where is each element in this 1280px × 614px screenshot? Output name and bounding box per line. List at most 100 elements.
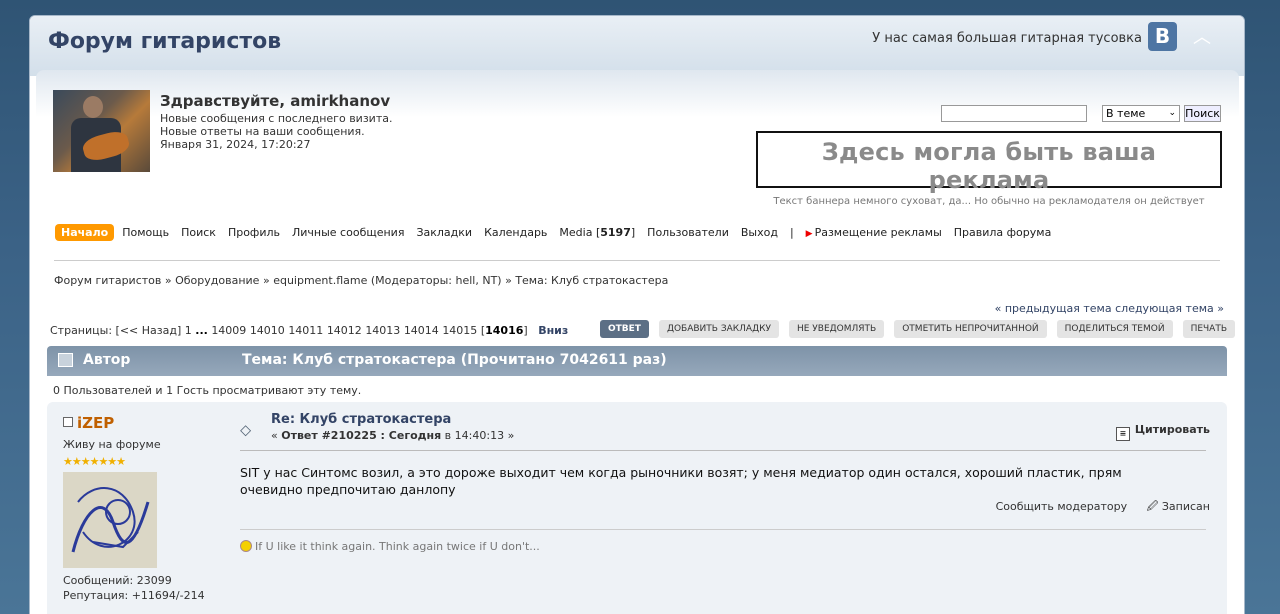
poster-reputation: Репутация: +11694/-214 [63,589,205,602]
meta-prefix: « [271,429,282,442]
page-ellipsis: ... [195,324,208,337]
page-link[interactable]: 14009 [211,324,246,337]
poster-info: iZEP Живу на форуме ★★★★★★★ Сообщений: 2… [63,414,233,602]
page-link[interactable]: 14015 [442,324,477,337]
new-replies-link[interactable]: Новые ответы на ваши сообщения. [160,125,365,138]
menu-item-help[interactable]: Помощь [122,226,169,239]
menu-item-messages[interactable]: Личные сообщения [292,226,404,239]
pagination: Страницы: [<< Назад] 1 ... 14009 14010 1… [50,324,568,337]
divider [240,450,1206,451]
divider [240,529,1206,530]
poster-name[interactable]: iZEP [77,414,114,432]
quote-button[interactable]: ≡ Цитировать [1115,423,1210,441]
current-datetime: Января 31, 2024, 17:20:27 [160,138,311,151]
menu-item-users[interactable]: Пользователи [647,226,729,239]
post-footer: Сообщить модератору 🖉 Записан [996,498,1210,517]
chevron-down-icon: ⌄ [1168,108,1176,118]
post-day: Сегодня [388,429,442,442]
red-arrow-icon: ▶ [805,228,813,239]
page-link[interactable]: 14013 [365,324,400,337]
prev-topic-link[interactable]: « предыдущая тема [995,302,1112,315]
current-page: [14016] [480,324,528,337]
search-button[interactable]: Поиск [1184,105,1221,122]
report-moderator-link[interactable]: Сообщить модератору [996,500,1128,513]
topic-icon [58,353,73,367]
topic-actions: ОТВЕТ ДОБАВИТЬ ЗАКЛАДКУ НЕ УВЕДОМЛЯТЬ ОТ… [600,320,1244,338]
media-count: 5197 [600,225,631,239]
breadcrumb-forum[interactable]: Форум гитаристов [54,274,161,287]
topic-navigation: « предыдущая тема следующая тема » [995,302,1224,315]
banner-headline: Здесь могла быть ваша реклама [821,138,1157,194]
menu-item-media[interactable]: Media [5197] [559,226,635,239]
media-label: Media [ [559,225,601,239]
logged-label: Записан [1161,500,1210,513]
poster-title: Живу на форуме [63,438,161,451]
add-bookmark-button[interactable]: ДОБАВИТЬ ЗАКЛАДКУ [658,320,779,338]
print-button[interactable]: ПЕЧАТЬ [1182,320,1236,338]
ad-banner[interactable]: Здесь могла быть ваша реклама Текст банн… [756,131,1222,207]
menu-item-rules[interactable]: Правила форума [954,226,1052,239]
breadcrumb-sep: » [262,274,270,287]
menu-item-calendar[interactable]: Календарь [484,226,547,239]
menu-item-ads[interactable]: ▶ Размещение рекламы [806,226,942,239]
user-avatar [53,90,150,172]
breadcrumb: Форум гитаристов » Оборудование » equipm… [54,274,668,287]
no-notify-button[interactable]: НЕ УВЕДОМЛЯТЬ [788,320,885,338]
main-menu: Начало Помощь Поиск Профиль Личные сообщ… [55,222,1063,242]
page-link[interactable]: 14011 [288,324,323,337]
menu-item-bookmarks[interactable]: Закладки [416,226,472,239]
menu-item-profile[interactable]: Профиль [228,226,280,239]
breadcrumb-sep: » [164,274,172,287]
search-input[interactable] [941,105,1087,122]
share-topic-button[interactable]: ПОДЕЛИТЬСЯ ТЕМОЙ [1056,320,1173,338]
search-scope-select[interactable]: В теме ⌄ [1102,105,1180,122]
rank-stars-icon: ★★★★★★★ [63,455,126,468]
search-scope-value: В теме [1106,107,1146,120]
breadcrumb-equipment[interactable]: Оборудование [175,274,259,287]
collapse-header-icon[interactable]: ︿ [1192,29,1212,47]
mark-unread-button[interactable]: ОТМЕТИТЬ НЕПРОЧИТАННОЙ [894,320,1047,338]
jump-down-link[interactable]: Вниз [538,324,568,337]
pages-label: Страницы: [50,324,113,337]
page-link[interactable]: 1 [185,324,192,337]
reply-button[interactable]: ОТВЕТ [600,320,649,338]
post: iZEP Живу на форуме ★★★★★★★ Сообщений: 2… [47,402,1227,614]
poster-avatar [63,472,157,568]
page-back-link[interactable]: [<< Назад] [116,324,182,337]
smiley-icon [240,540,252,552]
page-link[interactable]: 14014 [404,324,439,337]
page-link[interactable]: 14012 [327,324,362,337]
top-bar: Форум гитаристов У нас самая большая гит… [30,16,1244,76]
media-close: ] [630,225,636,239]
menu-item-logout[interactable]: Выход [741,226,778,239]
forum-slogan: У нас самая большая гитарная тусовка [872,31,1142,46]
divider [54,260,1220,261]
poster-message-count: Сообщений: 23099 [63,574,172,587]
vk-icon[interactable]: В [1148,22,1177,51]
reply-number: Ответ #210225 : [281,429,389,442]
post-subject[interactable]: Re: Клуб стратокастера [271,412,451,427]
breadcrumb-moderators: (Модераторы: hell, NT) [370,274,502,287]
new-since-visit-link[interactable]: Новые сообщения с последнего визита. [160,112,392,125]
menu-item-search[interactable]: Поиск [181,226,216,239]
author-column-label: Автор [83,352,131,368]
topic-header-bar: Автор Тема: Клуб стратокастера (Прочитан… [47,346,1227,376]
user-section: Здравствуйте, amirkhanov Новые сообщения… [36,70,1239,207]
menu-item-home[interactable]: Начало [55,223,115,241]
post-time: в 14:40:13 » [441,429,515,442]
breadcrumb-topic[interactable]: Тема: Клуб стратокастера [515,274,668,287]
forum-page: Форум гитаристов У нас самая большая гит… [29,15,1245,614]
next-topic-link[interactable]: следующая тема » [1115,302,1224,315]
offline-status-icon [63,417,73,427]
menu-separator: | [789,225,794,239]
page-link[interactable]: 14010 [250,324,285,337]
breadcrumb-board[interactable]: equipment.flame [273,274,367,287]
breadcrumb-sep: » [505,274,512,287]
quote-icon: ≡ [1115,427,1130,441]
post-text: SIT у нас Синтомс возил, а это дороже вы… [240,465,1122,497]
banner-subtext: Текст баннера немного суховат, да... Но … [773,196,1205,207]
forum-title[interactable]: Форум гитаристов [48,29,281,54]
greeting: Здравствуйте, amirkhanov [160,92,391,110]
signature-text: If U like it think again. Think again tw… [255,540,540,553]
post-tag-icon: ⬦ [240,420,252,439]
